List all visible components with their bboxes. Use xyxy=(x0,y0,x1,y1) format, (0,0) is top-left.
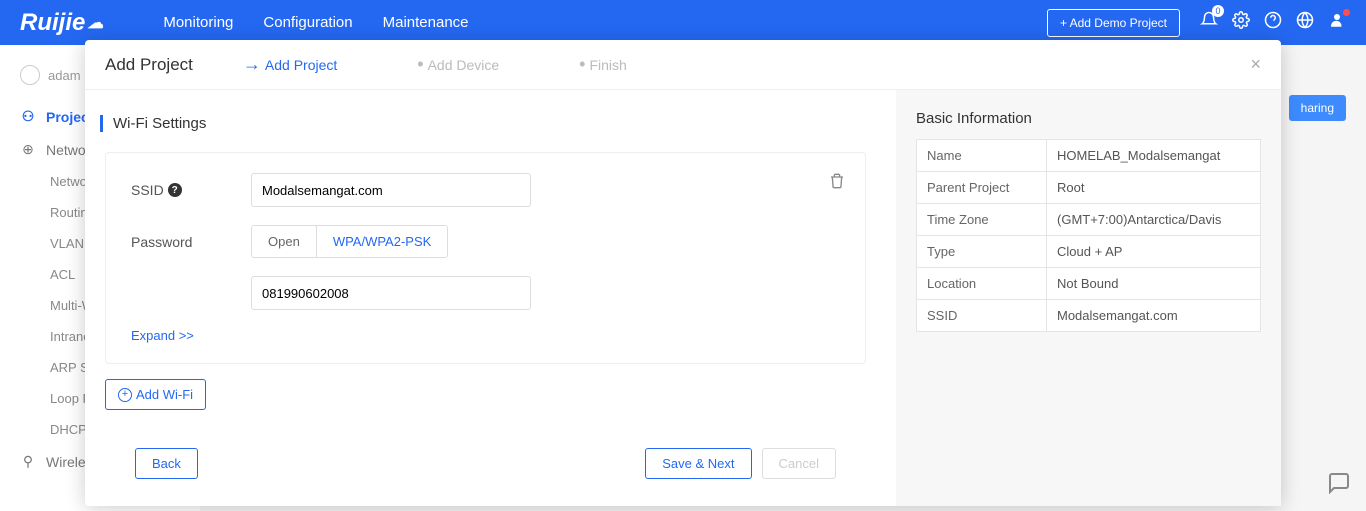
table-row: SSIDModalsemangat.com xyxy=(917,300,1261,332)
info-key: Name xyxy=(917,140,1047,172)
seg-wpa[interactable]: WPA/WPA2-PSK xyxy=(317,226,447,257)
ssid-label: SSID ? xyxy=(131,182,251,198)
nav-monitoring[interactable]: Monitoring xyxy=(163,14,233,31)
notification-badge: 0 xyxy=(1212,5,1224,17)
row-password-value xyxy=(131,276,840,310)
info-value: Cloud + AP xyxy=(1047,236,1261,268)
info-value: HOMELAB_Modalsemangat xyxy=(1047,140,1261,172)
plus-icon: + xyxy=(118,388,132,402)
cloud-icon: ☁ xyxy=(87,13,103,33)
table-row: TypeCloud + AP xyxy=(917,236,1261,268)
modal-footer: Back Save & Next Cancel xyxy=(105,436,866,491)
top-bar: Ruijie ☁ Monitoring Configuration Mainte… xyxy=(0,0,1366,45)
seg-open[interactable]: Open xyxy=(252,226,317,257)
top-nav: Monitoring Configuration Maintenance xyxy=(163,14,1047,31)
back-button[interactable]: Back xyxy=(135,448,198,479)
chat-icon[interactable] xyxy=(1327,471,1351,501)
step-label: Add Device xyxy=(428,57,500,73)
gear-icon[interactable] xyxy=(1232,11,1250,34)
brand-text: Ruijie xyxy=(20,9,85,37)
cancel-button[interactable]: Cancel xyxy=(762,448,836,479)
brand-logo: Ruijie ☁ xyxy=(20,9,103,37)
modal-title: Add Project xyxy=(105,55,193,75)
top-icon-group: 0 xyxy=(1200,11,1346,34)
section-wifi-settings: Wi-Fi Settings xyxy=(100,115,866,132)
add-project-modal: Add Project →Add Project •Add Device •Fi… xyxy=(85,40,1281,506)
topology-icon: ⚇ xyxy=(20,108,36,125)
globe-icon: ⊕ xyxy=(20,141,36,158)
ssid-input[interactable] xyxy=(251,173,531,207)
step-label: Finish xyxy=(589,57,626,73)
info-key: Parent Project xyxy=(917,172,1047,204)
sidebar-user-name: adam xyxy=(48,68,81,83)
table-row: Time Zone(GMT+7:00)Antarctica/Davis xyxy=(917,204,1261,236)
info-table: NameHOMELAB_ModalsemangatParent ProjectR… xyxy=(916,139,1261,332)
encryption-toggle: Open WPA/WPA2-PSK xyxy=(251,225,448,258)
table-row: NameHOMELAB_Modalsemangat xyxy=(917,140,1261,172)
globe-icon[interactable] xyxy=(1296,11,1314,34)
add-demo-project-button[interactable]: + Add Demo Project xyxy=(1047,9,1180,37)
step-add-project: →Add Project xyxy=(243,54,337,75)
sharing-button[interactable]: haring xyxy=(1289,95,1346,121)
step-add-device: •Add Device xyxy=(417,54,499,75)
label-text: SSID xyxy=(131,182,164,198)
question-icon[interactable]: ? xyxy=(168,183,182,197)
info-title: Basic Information xyxy=(916,110,1261,127)
wifi-card: SSID ? Password Open WPA/WPA2-PSK E xyxy=(105,152,866,364)
modal-header: Add Project →Add Project •Add Device •Fi… xyxy=(85,40,1281,90)
row-ssid: SSID ? xyxy=(131,173,840,207)
info-key: Location xyxy=(917,268,1047,300)
avatar-icon xyxy=(20,65,40,85)
table-row: LocationNot Bound xyxy=(917,268,1261,300)
expand-link[interactable]: Expand >> xyxy=(131,328,840,343)
wizard-steps: →Add Project •Add Device •Finish xyxy=(243,54,627,75)
nav-configuration[interactable]: Configuration xyxy=(263,14,352,31)
notification-icon[interactable]: 0 xyxy=(1200,11,1218,34)
user-icon[interactable] xyxy=(1328,11,1346,34)
info-key: SSID xyxy=(917,300,1047,332)
info-key: Time Zone xyxy=(917,204,1047,236)
nav-maintenance[interactable]: Maintenance xyxy=(383,14,469,31)
alert-dot-icon xyxy=(1343,9,1350,16)
help-icon[interactable] xyxy=(1264,11,1282,34)
wifi-icon: ⚲ xyxy=(20,453,36,470)
step-label: Add Project xyxy=(265,57,337,73)
info-value: (GMT+7:00)Antarctica/Davis xyxy=(1047,204,1261,236)
info-panel: Basic Information NameHOMELAB_Modalseman… xyxy=(896,90,1281,506)
password-label: Password xyxy=(131,234,251,250)
add-wifi-label: Add Wi-Fi xyxy=(136,387,193,402)
info-value: Modalsemangat.com xyxy=(1047,300,1261,332)
trash-icon[interactable] xyxy=(829,173,845,194)
info-value: Not Bound xyxy=(1047,268,1261,300)
modal-body: Wi-Fi Settings SSID ? Password Open xyxy=(85,90,1281,506)
password-input[interactable] xyxy=(251,276,531,310)
row-password: Password Open WPA/WPA2-PSK xyxy=(131,225,840,258)
info-key: Type xyxy=(917,236,1047,268)
save-next-button[interactable]: Save & Next xyxy=(645,448,751,479)
step-finish: •Finish xyxy=(579,54,627,75)
form-area: Wi-Fi Settings SSID ? Password Open xyxy=(85,90,896,506)
info-value: Root xyxy=(1047,172,1261,204)
close-icon[interactable]: × xyxy=(1250,54,1261,75)
add-wifi-button[interactable]: + Add Wi-Fi xyxy=(105,379,206,410)
table-row: Parent ProjectRoot xyxy=(917,172,1261,204)
